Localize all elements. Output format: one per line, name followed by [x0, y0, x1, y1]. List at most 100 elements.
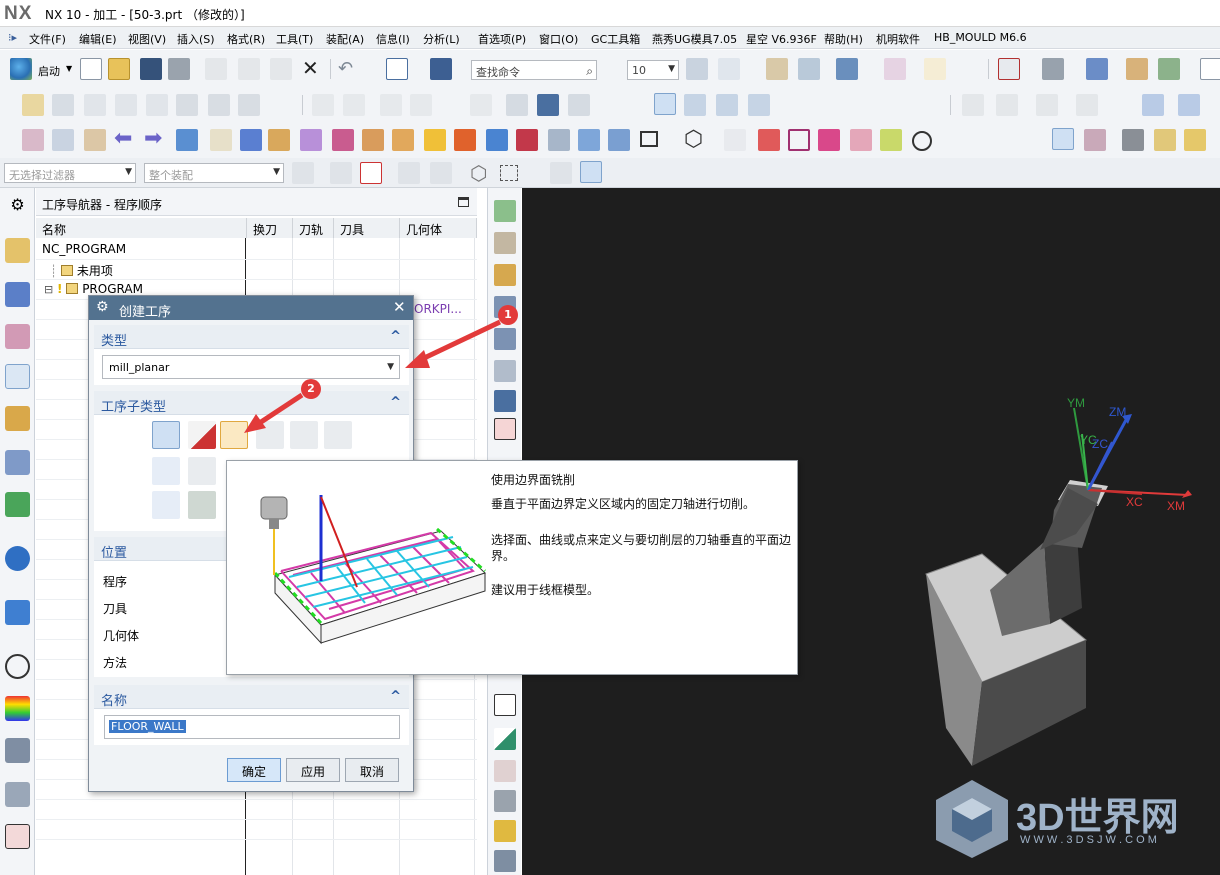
verify-path-icon[interactable]	[410, 94, 432, 116]
database-icon[interactable]	[494, 850, 516, 872]
tree-row-nc-program[interactable]: NC_PROGRAM	[42, 242, 126, 256]
batch-icon[interactable]	[568, 94, 590, 116]
postprocess-output-icon[interactable]	[506, 94, 528, 116]
new-file-icon[interactable]	[80, 58, 102, 80]
arrow-left-icon[interactable]: ⬅	[114, 126, 132, 151]
tree-row-unused[interactable]: ┊ 未用项	[50, 262, 113, 279]
column-header-toolpath[interactable]: 刀轨	[293, 218, 334, 238]
assembly-scope-select[interactable]: 整个装配 ▼	[144, 163, 284, 183]
point-snap-icon[interactable]	[398, 162, 420, 184]
output-icon[interactable]	[494, 760, 516, 782]
polygon-icon[interactable]: ⬡	[684, 127, 703, 152]
surface-icon[interactable]	[494, 728, 516, 750]
section-icon[interactable]	[1126, 58, 1148, 80]
offset-icon[interactable]	[454, 129, 476, 151]
planar-text-subtype-icon[interactable]	[152, 491, 180, 519]
printer-icon[interactable]	[494, 790, 516, 812]
binoculars-icon[interactable]	[1122, 129, 1144, 151]
layer-select[interactable]: 10 ▼	[627, 60, 679, 80]
history-icon[interactable]	[5, 600, 30, 625]
face-milling-area-subtype-icon[interactable]	[220, 421, 248, 449]
ok-button[interactable]: 确定	[227, 758, 281, 782]
planar-mill-icon[interactable]	[494, 360, 516, 382]
menu-xingkong[interactable]: 星空 V6.936F	[746, 31, 817, 47]
extrude-icon[interactable]	[176, 129, 198, 151]
shop-doc-icon[interactable]	[208, 94, 230, 116]
list-path-icon[interactable]	[380, 94, 402, 116]
refresh-icon[interactable]	[494, 820, 516, 842]
chamfer-icon[interactable]	[362, 129, 384, 151]
tool-axis-icon[interactable]	[1036, 94, 1058, 116]
column-header-tool-change[interactable]: 换刀	[247, 218, 293, 238]
cut-icon[interactable]	[205, 58, 227, 80]
snap-icon[interactable]	[330, 162, 352, 184]
blend-icon[interactable]	[424, 129, 446, 151]
paint-icon[interactable]	[798, 58, 820, 80]
note-icon[interactable]	[1154, 129, 1176, 151]
arrow-right-icon[interactable]: ➡	[144, 126, 162, 151]
copy-icon[interactable]	[238, 58, 260, 80]
collapse-caret-icon[interactable]: ^	[390, 395, 401, 410]
clock-icon[interactable]	[5, 654, 30, 679]
menu-gc-toolbox[interactable]: GC工具箱	[591, 31, 640, 47]
point-set-icon[interactable]	[758, 129, 780, 151]
column-header-geometry[interactable]: 几何体	[400, 218, 477, 238]
search-command-input[interactable]: 查找命令 ⌕	[471, 60, 597, 80]
move-icon[interactable]	[1178, 94, 1200, 116]
csys-icon[interactable]	[718, 58, 740, 80]
open-folder-icon[interactable]	[108, 58, 130, 80]
circle-icon[interactable]	[912, 131, 932, 151]
clean-up-corners-subtype-icon[interactable]	[188, 457, 216, 485]
grid-icon[interactable]	[1142, 94, 1164, 116]
active-tool-icon[interactable]	[1052, 128, 1074, 150]
type-section-header[interactable]: 类型 ^	[94, 325, 409, 349]
selection-filter-icon[interactable]	[360, 162, 382, 184]
menu-hb-mould[interactable]: HB_MOULD M6.6	[934, 31, 1027, 44]
dialog-title-bar[interactable]: ⚙ 创建工序 ✕	[89, 296, 413, 320]
program-order-view-icon[interactable]	[654, 93, 676, 115]
mill-control-subtype-icon[interactable]	[188, 491, 216, 519]
type-filter-select[interactable]: 无选择过滤器 ▼	[4, 163, 136, 183]
menu-jiming[interactable]: 机明软件	[876, 31, 920, 47]
lasso-icon[interactable]	[500, 165, 518, 181]
machining-method-view-icon[interactable]	[748, 94, 770, 116]
create-program-icon[interactable]	[494, 264, 516, 286]
start-label[interactable]: 启动	[38, 63, 60, 79]
render-style-icon[interactable]	[1042, 58, 1064, 80]
operation-nav-icon[interactable]	[5, 364, 30, 389]
abs-csys-icon[interactable]	[22, 129, 44, 151]
assembly-nav-icon[interactable]	[5, 238, 30, 263]
create-method-icon[interactable]	[115, 94, 137, 116]
palette-icon[interactable]	[5, 696, 30, 721]
face-milling-subtype-icon[interactable]	[256, 421, 284, 449]
cancel-path-icon[interactable]	[176, 94, 198, 116]
view-orient-icon[interactable]	[1086, 58, 1108, 80]
shaded-icon[interactable]	[550, 162, 572, 184]
select-tool-icon[interactable]	[292, 162, 314, 184]
cancel-button[interactable]: 取消	[345, 758, 399, 782]
floor-wall-subtype-icon[interactable]	[152, 421, 180, 449]
menu-tools[interactable]: 工具(T)	[276, 31, 313, 47]
layer-settings-icon[interactable]	[686, 58, 708, 80]
key-icon[interactable]	[1184, 129, 1206, 151]
name-section-header[interactable]: 名称 ^	[94, 685, 409, 709]
info-circle-icon[interactable]	[5, 546, 30, 571]
move-object-icon[interactable]	[766, 58, 788, 80]
measure-icon[interactable]	[924, 58, 946, 80]
menu-file[interactable]: 文件(F)	[29, 31, 66, 47]
block-icon[interactable]	[268, 129, 290, 151]
column-header-tool[interactable]: 刀具	[334, 218, 400, 238]
close-icon[interactable]: ✕	[393, 298, 406, 316]
create-operation-icon[interactable]	[146, 94, 168, 116]
menu-assembly[interactable]: 装配(A)	[326, 31, 364, 47]
wcs-icon[interactable]	[386, 58, 408, 80]
apply-button[interactable]: 应用	[286, 758, 340, 782]
drill-icon[interactable]	[494, 418, 516, 440]
menu-info[interactable]: 信息(I)	[376, 31, 410, 47]
menu-insert[interactable]: 插入(S)	[177, 31, 215, 47]
machine-nav-icon[interactable]	[5, 406, 30, 431]
collapse-caret-icon[interactable]: ^	[390, 329, 401, 344]
text-icon[interactable]	[818, 129, 840, 151]
generate-path-icon[interactable]	[312, 94, 334, 116]
delete-icon[interactable]: ✕	[302, 58, 319, 78]
